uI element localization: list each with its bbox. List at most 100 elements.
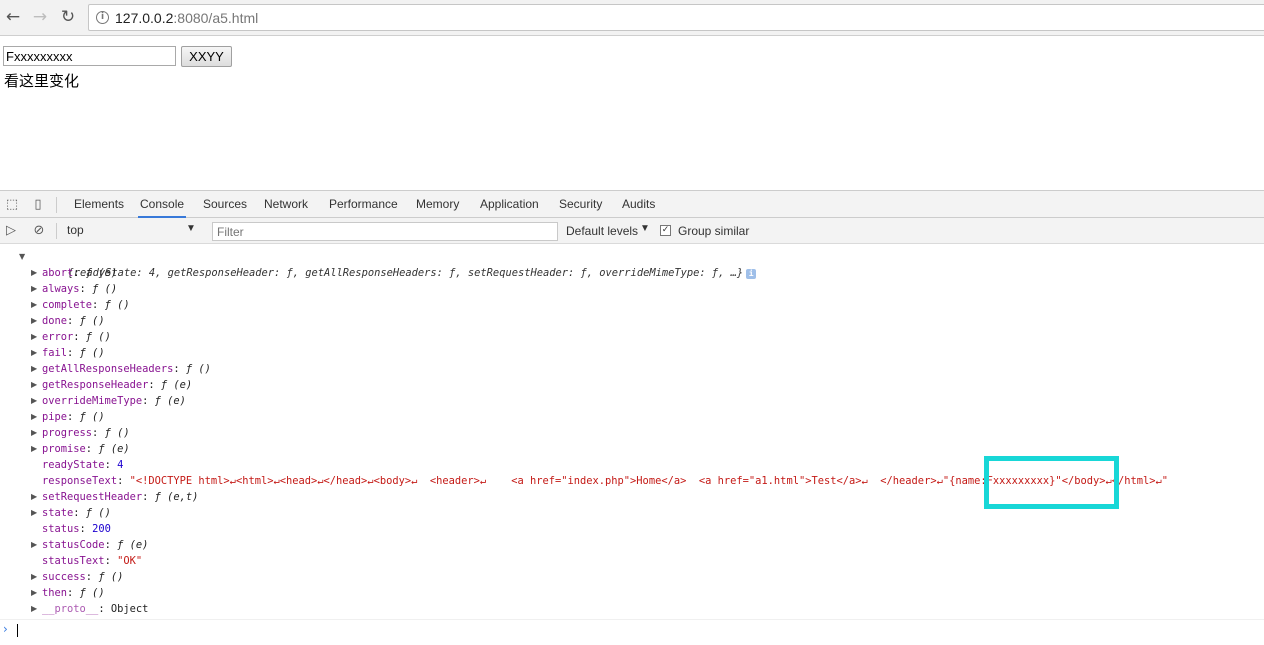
expand-triangle-icon[interactable]: ▶ [31, 313, 37, 329]
console-prop-row[interactable]: ▶ success: ƒ () [31, 569, 123, 585]
prop-key: fail [42, 347, 68, 359]
expand-triangle-icon[interactable]: ▼ [19, 249, 25, 265]
console-output: ▼ {readyState: 4, getResponseHeader: ƒ, g… [0, 244, 1264, 645]
console-prop-row[interactable]: ▶ abort: ƒ (e) [31, 265, 117, 281]
prop-colon: : [173, 363, 186, 375]
sidebar-toggle-icon[interactable]: ▷ [3, 223, 19, 239]
tab-console[interactable]: Console [138, 191, 187, 218]
expand-triangle-icon[interactable]: ▶ [31, 489, 37, 505]
prop-colon: : [104, 555, 118, 567]
prop-key: statusText [42, 555, 105, 567]
tab-security[interactable]: Security [557, 191, 604, 218]
expand-triangle-icon[interactable]: ▶ [31, 409, 37, 425]
address-bar[interactable]: i 127.0.0.2:8080/a5.html [88, 4, 1264, 31]
expand-triangle-icon[interactable]: ▶ [31, 569, 37, 585]
group-similar-checkbox[interactable]: ✓ [660, 225, 671, 236]
page-text-input[interactable] [3, 46, 176, 66]
prop-value: ƒ (e) [154, 395, 186, 407]
tab-sources[interactable]: Sources [201, 191, 249, 218]
levels-dropdown-icon[interactable]: ▼ [640, 223, 650, 234]
expand-triangle-icon[interactable]: ▶ [31, 585, 37, 601]
prop-colon: : [104, 459, 118, 471]
prop-value: 4 [117, 459, 124, 471]
console-prop-row[interactable]: ▶ done: ƒ () [31, 313, 105, 329]
object-summary-row[interactable]: ▼ {readyState: 4, getResponseHeader: ƒ, g… [19, 249, 757, 279]
prop-value: ƒ (e) [160, 379, 193, 391]
inspect-element-icon[interactable]: ⬚ [4, 197, 20, 213]
device-toolbar-icon[interactable]: ▯ [30, 197, 46, 213]
console-prop-row[interactable]: ▶ fail: ƒ () [31, 345, 105, 361]
clear-console-icon[interactable]: ⊘ [31, 223, 47, 239]
prop-colon: : [67, 347, 80, 359]
xxyy-button[interactable]: XXYY [181, 46, 232, 67]
console-prop-row[interactable]: ▶ always: ƒ () [31, 281, 117, 297]
expand-triangle-icon[interactable]: ▶ [31, 601, 37, 617]
prop-colon: : [104, 539, 118, 551]
expand-triangle-icon[interactable]: ▶ [31, 281, 37, 297]
url-text[interactable]: 127.0.0.2:8080/a5.html [115, 10, 258, 26]
prop-value: ƒ () [85, 331, 111, 343]
url-host: 127.0.0.2 [115, 10, 174, 26]
expand-triangle-icon[interactable]: ▶ [31, 265, 37, 281]
console-prop-row[interactable]: ▶ promise: ƒ (e) [31, 441, 130, 457]
console-prop-row[interactable]: ▶ then: ƒ () [31, 585, 105, 601]
prop-value: ƒ () [185, 363, 211, 375]
prop-key: error [42, 331, 74, 343]
context-dropdown-icon[interactable]: ▼ [186, 223, 196, 234]
reload-icon[interactable]: ↻ [58, 7, 78, 27]
context-selector[interactable]: top [67, 223, 84, 237]
prop-value: ƒ () [85, 507, 111, 519]
tab-audits[interactable]: Audits [620, 191, 657, 218]
forward-icon[interactable]: → [30, 7, 50, 27]
console-toolbar: ▷ ⊘ top ▼ Default levels ▼ ✓ Group simil… [0, 218, 1264, 244]
console-prop-row[interactable]: ▶ getAllResponseHeaders: ƒ () [31, 361, 211, 377]
info-icon[interactable]: i [96, 11, 109, 24]
tab-network[interactable]: Network [262, 191, 310, 218]
tab-memory[interactable]: Memory [414, 191, 461, 218]
expand-triangle-icon[interactable]: ▶ [31, 441, 37, 457]
expand-triangle-icon[interactable]: ▶ [31, 505, 37, 521]
console-prop-row[interactable]: ▶ overrideMimeType: ƒ (e) [31, 393, 186, 409]
console-prop-row[interactable]: ▶ progress: ƒ () [31, 425, 130, 441]
console-prop-row[interactable]: ▶ getResponseHeader: ƒ (e) [31, 377, 192, 393]
prop-value: ƒ (e,t) [154, 491, 199, 503]
prop-colon: : [117, 475, 130, 487]
console-prop-row[interactable]: ▶ state: ƒ () [31, 505, 111, 521]
console-prop-row[interactable]: ▶ complete: ƒ () [31, 297, 130, 313]
prop-colon: : [148, 379, 161, 391]
prop-key: setRequestHeader [42, 491, 143, 503]
expand-triangle-icon[interactable]: ▶ [31, 297, 37, 313]
prop-colon: : [67, 315, 80, 327]
expand-triangle-icon[interactable]: ▶ [31, 345, 37, 361]
tab-application[interactable]: Application [478, 191, 541, 218]
prop-key: success [42, 571, 86, 583]
page-result-text: 看这里变化 [4, 72, 80, 90]
expand-triangle-icon[interactable]: ▶ [31, 329, 37, 345]
prop-colon: : [142, 491, 155, 503]
highlight-box [984, 456, 1119, 509]
prop-key: responseText [42, 475, 118, 487]
console-prompt[interactable]: › [0, 619, 1264, 641]
console-prop-row[interactable]: ▶ error: ƒ () [31, 329, 111, 345]
console-prop-row[interactable]: ▶ statusCode: ƒ (e) [31, 537, 148, 553]
back-icon[interactable]: ← [3, 7, 23, 27]
console-prop-row[interactable]: ▶ setRequestHeader: ƒ (e,t) [31, 489, 198, 505]
expand-triangle-icon[interactable]: ▶ [31, 377, 37, 393]
log-levels-dropdown[interactable]: Default levels [566, 224, 638, 238]
expand-triangle-icon[interactable]: ▶ [31, 393, 37, 409]
expand-triangle-icon[interactable]: ▶ [31, 361, 37, 377]
prop-colon: : [85, 571, 99, 583]
console-prop-row[interactable]: ▶ pipe: ƒ () [31, 409, 105, 425]
console-prop-row[interactable]: ▶ __proto__: Object [31, 601, 148, 617]
prop-colon: : [142, 395, 155, 407]
devtools-tabbar: ⬚ ▯ Elements Console Sources Network Per… [0, 191, 1264, 218]
console-filter-input[interactable] [212, 222, 558, 241]
tab-elements[interactable]: Elements [72, 191, 126, 218]
tab-performance[interactable]: Performance [327, 191, 400, 218]
prop-colon: : [85, 443, 99, 455]
prop-key: then [42, 587, 68, 599]
expand-triangle-icon[interactable]: ▶ [31, 425, 37, 441]
prop-value: ƒ () [92, 283, 118, 295]
expand-triangle-icon[interactable]: ▶ [31, 537, 37, 553]
group-similar-label: Group similar [678, 224, 750, 238]
